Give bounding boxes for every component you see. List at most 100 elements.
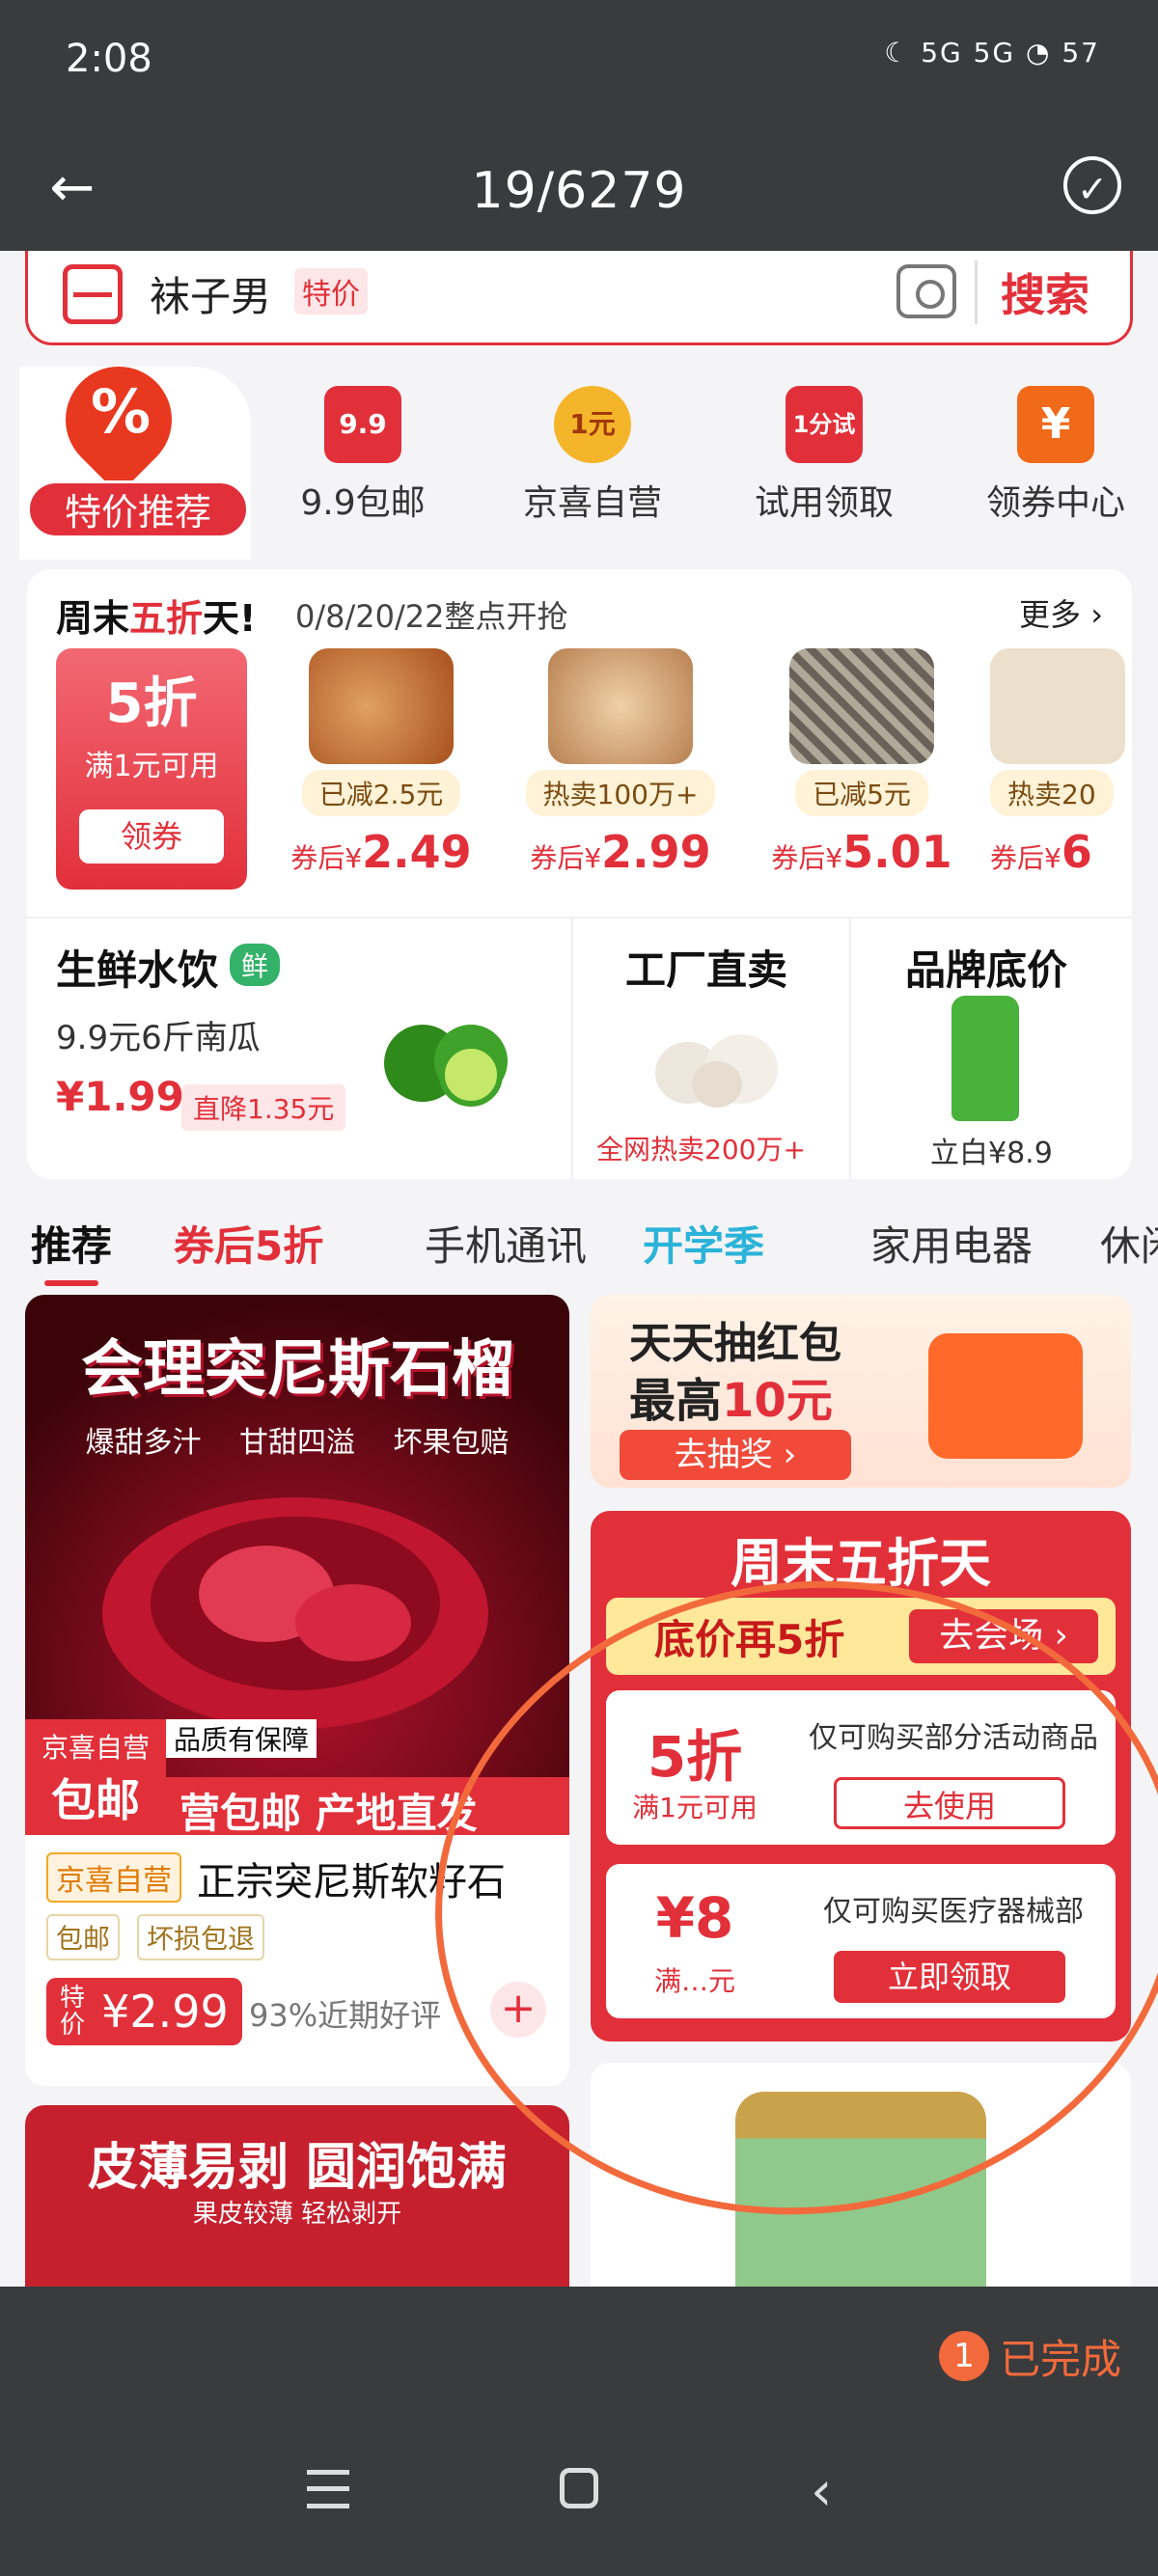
- factory-section-title[interactable]: 工厂直卖: [625, 938, 787, 997]
- claim-coupon-button[interactable]: 领券: [79, 809, 224, 863]
- status-time: 2:08: [66, 37, 152, 81]
- coupon-yen-icon: ¥: [1017, 386, 1094, 463]
- feed-tabs: 推荐 券后5折 手机通讯 开学季 家用电器 休闲: [0, 1196, 1158, 1286]
- deal-price: 券后¥2.99: [510, 826, 731, 878]
- completed-count-badge: 1: [939, 2331, 989, 2381]
- tab-half-price[interactable]: 券后5折: [174, 1214, 323, 1273]
- brand-section-title[interactable]: 品牌底价: [905, 938, 1067, 997]
- deal-product-baskets[interactable]: 已减5元 券后¥5.01: [751, 648, 973, 878]
- weekend-schedule: 0/8/20/22整点开抢: [295, 598, 568, 635]
- service-tag: 坏损包退: [137, 1914, 265, 1960]
- red-packet-icon: [928, 1333, 1083, 1459]
- category-label: 京喜自营: [522, 483, 662, 523]
- coupon-amount: 5折: [105, 672, 198, 735]
- fresh-description[interactable]: 9.9元6斤南瓜: [56, 1011, 261, 1058]
- max-amount: 10元: [722, 1374, 833, 1428]
- rating-text: 93%近期好评: [249, 1997, 442, 2034]
- price-value: 6: [1061, 826, 1092, 878]
- deal-product-container[interactable]: 热卖20 券后¥6: [990, 648, 1132, 878]
- section-divider: [849, 918, 851, 1179]
- completed-label[interactable]: 已完成: [1000, 2327, 1121, 2386]
- status-bar: 2:08 ☾ 5G 5G ◔ 57: [0, 0, 1158, 135]
- system-nav-bar: ‹: [0, 2422, 1158, 2576]
- search-query[interactable]: 袜子男: [150, 264, 271, 323]
- category-jingxi-self[interactable]: 1元 京喜自营: [496, 386, 689, 525]
- fresh-discount: 直降1.35元: [181, 1084, 346, 1131]
- percent-glyph: %: [90, 376, 152, 447]
- brand-subtitle: 立白¥8.9: [930, 1137, 1053, 1170]
- deal-tag: 热卖20: [990, 770, 1114, 816]
- price-value: ¥2.99: [101, 1986, 229, 2038]
- pomegranate-seeds-graphic: [102, 1497, 488, 1729]
- camera-icon[interactable]: [896, 264, 956, 318]
- badge-bottom: 包邮: [51, 1774, 140, 1826]
- tab-appliances[interactable]: 家用电器: [870, 1214, 1033, 1273]
- category-coupon-center[interactable]: ¥ 领券中心: [959, 386, 1152, 525]
- deal-tag: 热卖100万+: [525, 770, 716, 816]
- card-subline: 爆甜多汁 甘甜四溢 坏果包赔: [85, 1426, 510, 1460]
- onion-image: [309, 648, 454, 764]
- title-part: 周末: [56, 597, 130, 640]
- scan-icon[interactable]: [63, 264, 123, 324]
- deal-price: 券后¥5.01: [751, 826, 973, 878]
- red-packet-card[interactable]: 天天抽红包 最高10元 去抽奖 ›: [591, 1295, 1131, 1488]
- price-box: 特价 ¥2.99: [46, 1978, 242, 2045]
- service-tag: 包邮: [46, 1914, 121, 1960]
- draw-lottery-button[interactable]: 去抽奖 ›: [620, 1430, 851, 1480]
- fresh-section-title[interactable]: 生鲜水饮: [56, 938, 218, 997]
- red-packet-max: 最高10元: [629, 1362, 833, 1430]
- menu-icon[interactable]: [307, 2470, 349, 2508]
- home-icon[interactable]: [560, 2468, 598, 2508]
- price-prefix: 券后¥: [290, 842, 363, 874]
- detergent-bottle-image[interactable]: [951, 996, 1019, 1121]
- tab-leisure[interactable]: 休闲: [1100, 1214, 1158, 1273]
- tab-phones[interactable]: 手机通讯: [425, 1214, 587, 1273]
- quality-label: 品质有保障: [166, 1719, 317, 1758]
- tab-back-to-school[interactable]: 开学季: [643, 1214, 764, 1273]
- free-shipping-badge: 京喜自营 包邮: [25, 1719, 166, 1835]
- back-chevron-icon[interactable]: ‹: [811, 2460, 832, 2523]
- search-button[interactable]: 搜索: [975, 260, 1089, 324]
- card-band-text: 营包邮 产地直发: [179, 1790, 478, 1837]
- category-row: % 特价推荐 9.9 9.9包邮 1元 京喜自营 1分试 试用领取 ¥ 领券中心: [0, 344, 1158, 560]
- deal-product-eggs[interactable]: 热卖100万+ 券后¥2.99: [510, 648, 731, 878]
- container-image: [990, 648, 1125, 764]
- half-price-coupon[interactable]: 5折 满1元可用 领券: [56, 648, 247, 890]
- app-content: 袜子男 特价 搜索 % 特价推荐 9.9 9.9包邮 1元 京喜自营 1分试 试…: [0, 251, 1158, 2287]
- deal-product-onion[interactable]: 已减2.5元 券后¥2.49: [270, 648, 492, 878]
- price-9-9-icon: 9.9: [324, 386, 401, 463]
- search-bar[interactable]: 袜子男 特价 搜索: [25, 251, 1133, 345]
- product-card-pomegranate-2[interactable]: 皮薄易剥 圆润饱满 果皮较薄 轻松剥开: [25, 2105, 569, 2287]
- category-label: 特价推荐: [27, 480, 249, 538]
- shop-tag: 京喜自营: [46, 1852, 181, 1903]
- shopping-bag-icon: 1分试: [786, 386, 863, 463]
- badge-top: 京喜自营: [41, 1732, 150, 1764]
- check-circle-icon[interactable]: ✓: [1063, 156, 1121, 214]
- coupon-condition: 满1元可用: [84, 750, 219, 783]
- garlic-image[interactable]: [645, 1005, 789, 1111]
- more-link[interactable]: 更多 ›: [1019, 590, 1103, 635]
- category-9-9-free-shipping[interactable]: 9.9 9.9包邮: [266, 386, 459, 525]
- deal-tag: 已减2.5元: [301, 770, 461, 816]
- fresh-badge: 鲜: [230, 944, 281, 986]
- card-subline: 果皮较薄 轻松剥开: [192, 2200, 402, 2229]
- title-bar: ← 19/6279 ✓: [0, 135, 1158, 251]
- category-trial[interactable]: 1分试 试用领取: [728, 386, 921, 525]
- feature-sections: 生鲜水饮 鲜 9.9元6斤南瓜 ¥1.99 直降1.35元 工厂直卖 全网热卖2…: [27, 917, 1132, 1179]
- baskets-image: [789, 648, 934, 764]
- max-prefix: 最高: [629, 1374, 723, 1428]
- search-tag-badge: 特价: [294, 268, 368, 315]
- card-headline: 皮薄易剥 圆润饱满: [87, 2139, 508, 2197]
- category-label: 领券中心: [985, 483, 1125, 523]
- lime-image[interactable]: [379, 1005, 514, 1121]
- completion-bar: 1 已完成: [0, 2287, 1158, 2422]
- weekend-title: 周末五折天!: [56, 589, 256, 642]
- page-counter-title: 19/6279: [471, 162, 687, 220]
- tab-recommend[interactable]: 推荐: [31, 1214, 112, 1286]
- price-prefix: 券后¥: [990, 842, 1062, 874]
- category-special-deals[interactable]: % 特价推荐: [19, 344, 251, 560]
- title-part-highlight: 五折: [129, 597, 204, 640]
- section-divider: [571, 918, 573, 1179]
- category-label: 试用领取: [754, 483, 894, 523]
- status-icons: ☾ 5G 5G ◔ 57: [884, 37, 1100, 69]
